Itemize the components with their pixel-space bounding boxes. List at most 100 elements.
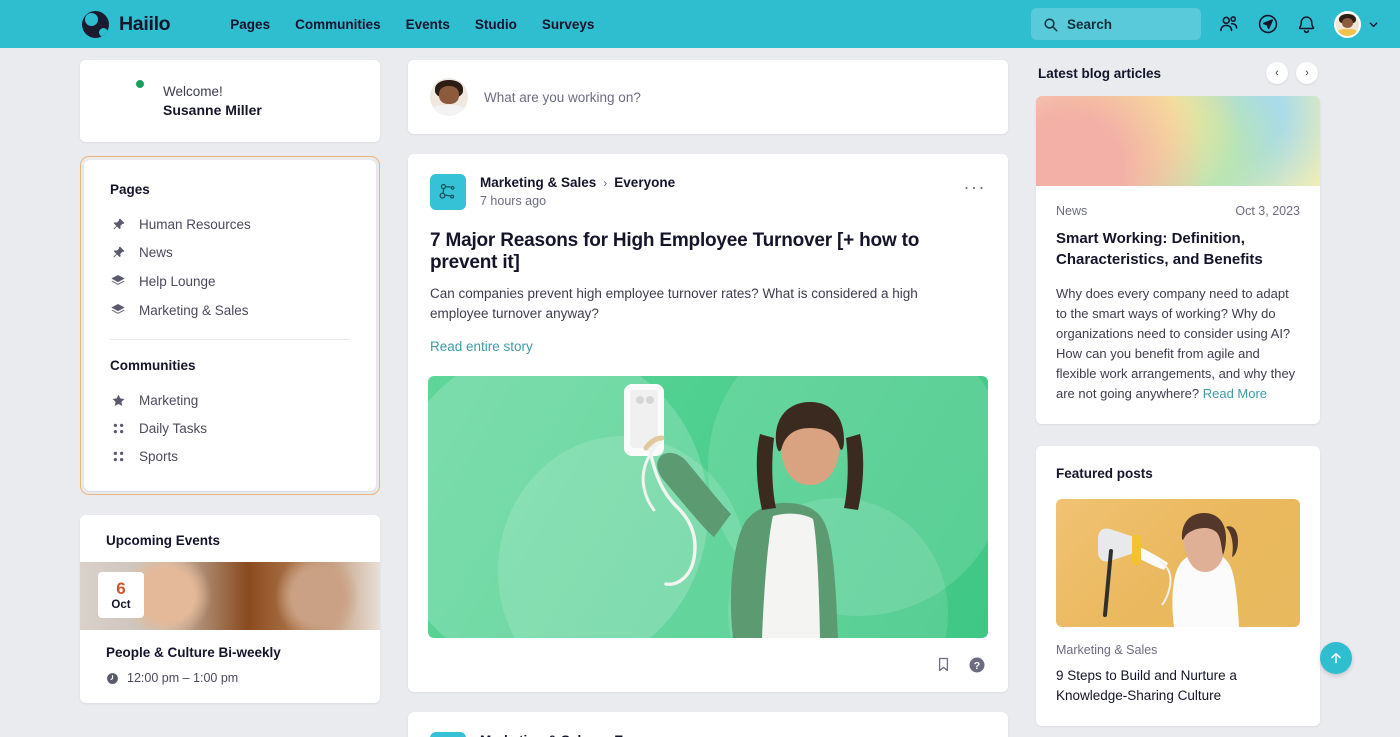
- feed-post: Marketing & Sales › Everyone 7 hours ago…: [408, 154, 1008, 692]
- sidebar-item-label: Daily Tasks: [139, 421, 208, 436]
- post-audience: Everyone: [614, 733, 675, 737]
- user-menu[interactable]: [1334, 10, 1380, 38]
- main-feed: What are you working on? Marketing & Sal…: [408, 60, 1008, 737]
- top-navigation-bar: Haiilo Pages Communities Events Studio S…: [0, 0, 1400, 48]
- carousel-next-button[interactable]: ›: [1296, 62, 1318, 84]
- help-circle-icon[interactable]: ?: [968, 656, 986, 674]
- carousel-controls: ‹ ›: [1266, 62, 1318, 84]
- blog-headline[interactable]: Smart Working: Definition, Characteristi…: [1056, 229, 1300, 270]
- featured-post-image: [1056, 499, 1300, 628]
- nav-item-pages[interactable]: Pages: [230, 17, 270, 32]
- post-meta: Marketing & Sales › Everyone yesterday: [480, 732, 964, 737]
- carousel-prev-button[interactable]: ‹: [1266, 62, 1288, 84]
- chevron-right-icon: ›: [603, 175, 608, 190]
- search-input[interactable]: Search: [1031, 8, 1201, 40]
- latest-blog-articles-title: Latest blog articles: [1038, 65, 1162, 81]
- featured-posts-title: Featured posts: [1056, 466, 1153, 482]
- brand-name: Haiilo: [119, 12, 171, 35]
- blog-excerpt-text: Why does every company need to adapt to …: [1056, 286, 1296, 402]
- latest-blog-articles-header: Latest blog articles ‹ ›: [1036, 60, 1320, 96]
- sidebar-item-label: News: [139, 245, 173, 260]
- navigation-card-focus-ring: Pages Human Resources News Help Lounge M…: [80, 156, 380, 495]
- left-sidebar: Welcome! Susanne Miller Pages Human Reso…: [80, 60, 380, 703]
- event-date-badge: 6 Oct: [98, 572, 144, 618]
- post-header: Marketing & Sales › Everyone yesterday ·…: [408, 712, 1008, 737]
- post-title[interactable]: 7 Major Reasons for High Employee Turnov…: [408, 210, 1008, 274]
- page-body: Welcome! Susanne Miller Pages Human Reso…: [0, 48, 1400, 737]
- post-audience: Everyone: [614, 175, 676, 190]
- featured-post-category: Marketing & Sales: [1056, 643, 1158, 658]
- grid-dots-icon: [110, 421, 126, 436]
- navigation-card: Pages Human Resources News Help Lounge M…: [84, 160, 376, 491]
- post-options-button[interactable]: ···: [964, 174, 986, 196]
- main-nav: Pages Communities Events Studio Surveys: [230, 17, 594, 32]
- nav-item-events[interactable]: Events: [406, 17, 450, 32]
- sidebar-item-human-resources[interactable]: Human Resources: [110, 211, 350, 239]
- blog-meta: News Oct 3, 2023: [1056, 204, 1300, 218]
- upcoming-events-title: Upcoming Events: [106, 533, 221, 548]
- post-image: [428, 375, 988, 638]
- event-details[interactable]: People & Culture Bi-weekly 12:00 pm – 1:…: [80, 630, 380, 703]
- right-sidebar: Latest blog articles ‹ › News Oct 3, 202…: [1036, 60, 1352, 726]
- blog-date: Oct 3, 2023: [1235, 204, 1300, 218]
- post-options-button[interactable]: ···: [964, 732, 986, 737]
- sidebar-item-marketing[interactable]: Marketing: [110, 387, 350, 415]
- bell-icon[interactable]: [1296, 14, 1317, 35]
- post-timestamp: 7 hours ago: [480, 194, 547, 208]
- welcome-card: Welcome! Susanne Miller: [80, 60, 380, 142]
- blog-excerpt: Why does every company need to adapt to …: [1056, 284, 1300, 404]
- feed-post: Marketing & Sales › Everyone yesterday ·…: [408, 711, 1008, 737]
- header-actions: Search: [1031, 8, 1380, 40]
- nav-item-surveys[interactable]: Surveys: [542, 17, 595, 32]
- sidebar-item-label: Marketing & Sales: [139, 302, 249, 318]
- welcome-user-name: Susanne Miller: [163, 102, 262, 118]
- event-day: 6: [116, 578, 126, 598]
- blog-cover-image: [1036, 96, 1320, 186]
- scroll-to-top-button[interactable]: [1320, 642, 1352, 675]
- haiilo-logo-icon: [82, 10, 109, 38]
- post-group[interactable]: Marketing & Sales: [480, 175, 596, 190]
- sidebar-item-label: Marketing: [139, 393, 199, 408]
- bookmark-icon[interactable]: [935, 656, 952, 673]
- svg-text:?: ?: [974, 659, 980, 671]
- chevron-right-icon: ›: [603, 733, 607, 737]
- breadcrumb: Marketing & Sales › Everyone: [480, 733, 964, 737]
- status-badge: [134, 78, 146, 90]
- featured-post-headline[interactable]: 9 Steps to Build and Nurture a Knowledge…: [1056, 666, 1300, 705]
- read-more-link[interactable]: Read More: [1203, 386, 1267, 401]
- event-month: Oct: [111, 598, 131, 611]
- sidebar-divider: [110, 339, 350, 340]
- post-meta: Marketing & Sales › Everyone 7 hours ago: [480, 174, 964, 208]
- event-time: 12:00 pm – 1:00 pm: [127, 671, 239, 685]
- arrow-up-icon: [1328, 650, 1344, 666]
- clock-icon: [106, 672, 119, 685]
- read-entire-story-link[interactable]: Read entire story: [408, 325, 555, 354]
- grid-dots-icon: [110, 449, 126, 464]
- sidebar-item-sports[interactable]: Sports: [110, 443, 350, 471]
- blog-article-card[interactable]: News Oct 3, 2023 Smart Working: Definiti…: [1036, 96, 1320, 425]
- sidebar-item-news[interactable]: News: [110, 239, 350, 267]
- pin-icon: [110, 245, 126, 260]
- layers-icon: [110, 302, 126, 318]
- avatar: [430, 78, 468, 116]
- sidebar-item-daily-tasks[interactable]: Daily Tasks: [110, 415, 350, 443]
- avatar: [1334, 10, 1361, 38]
- post-composer[interactable]: What are you working on?: [408, 60, 1008, 134]
- sidebar-item-marketing-and-sales[interactable]: Marketing & Sales: [110, 296, 350, 325]
- paper-plane-icon[interactable]: [1257, 13, 1279, 35]
- nav-item-studio[interactable]: Studio: [475, 17, 517, 32]
- sidebar-item-help-lounge[interactable]: Help Lounge: [110, 267, 350, 296]
- search-placeholder: Search: [1067, 16, 1113, 32]
- nav-item-communities[interactable]: Communities: [295, 17, 381, 32]
- people-icon[interactable]: [1218, 13, 1240, 35]
- post-group[interactable]: Marketing & Sales: [480, 733, 596, 737]
- community-avatar-icon: [430, 731, 466, 737]
- event-title: People & Culture Bi-weekly: [106, 645, 281, 660]
- event-cover-image: 6 Oct: [80, 562, 380, 630]
- brand-logo-link[interactable]: Haiilo: [82, 10, 171, 38]
- welcome-greeting: Welcome!: [163, 84, 223, 99]
- community-avatar-icon: [430, 174, 466, 210]
- sidebar-item-label: Sports: [139, 449, 179, 464]
- search-icon: [1043, 17, 1058, 32]
- layers-icon: [110, 273, 126, 289]
